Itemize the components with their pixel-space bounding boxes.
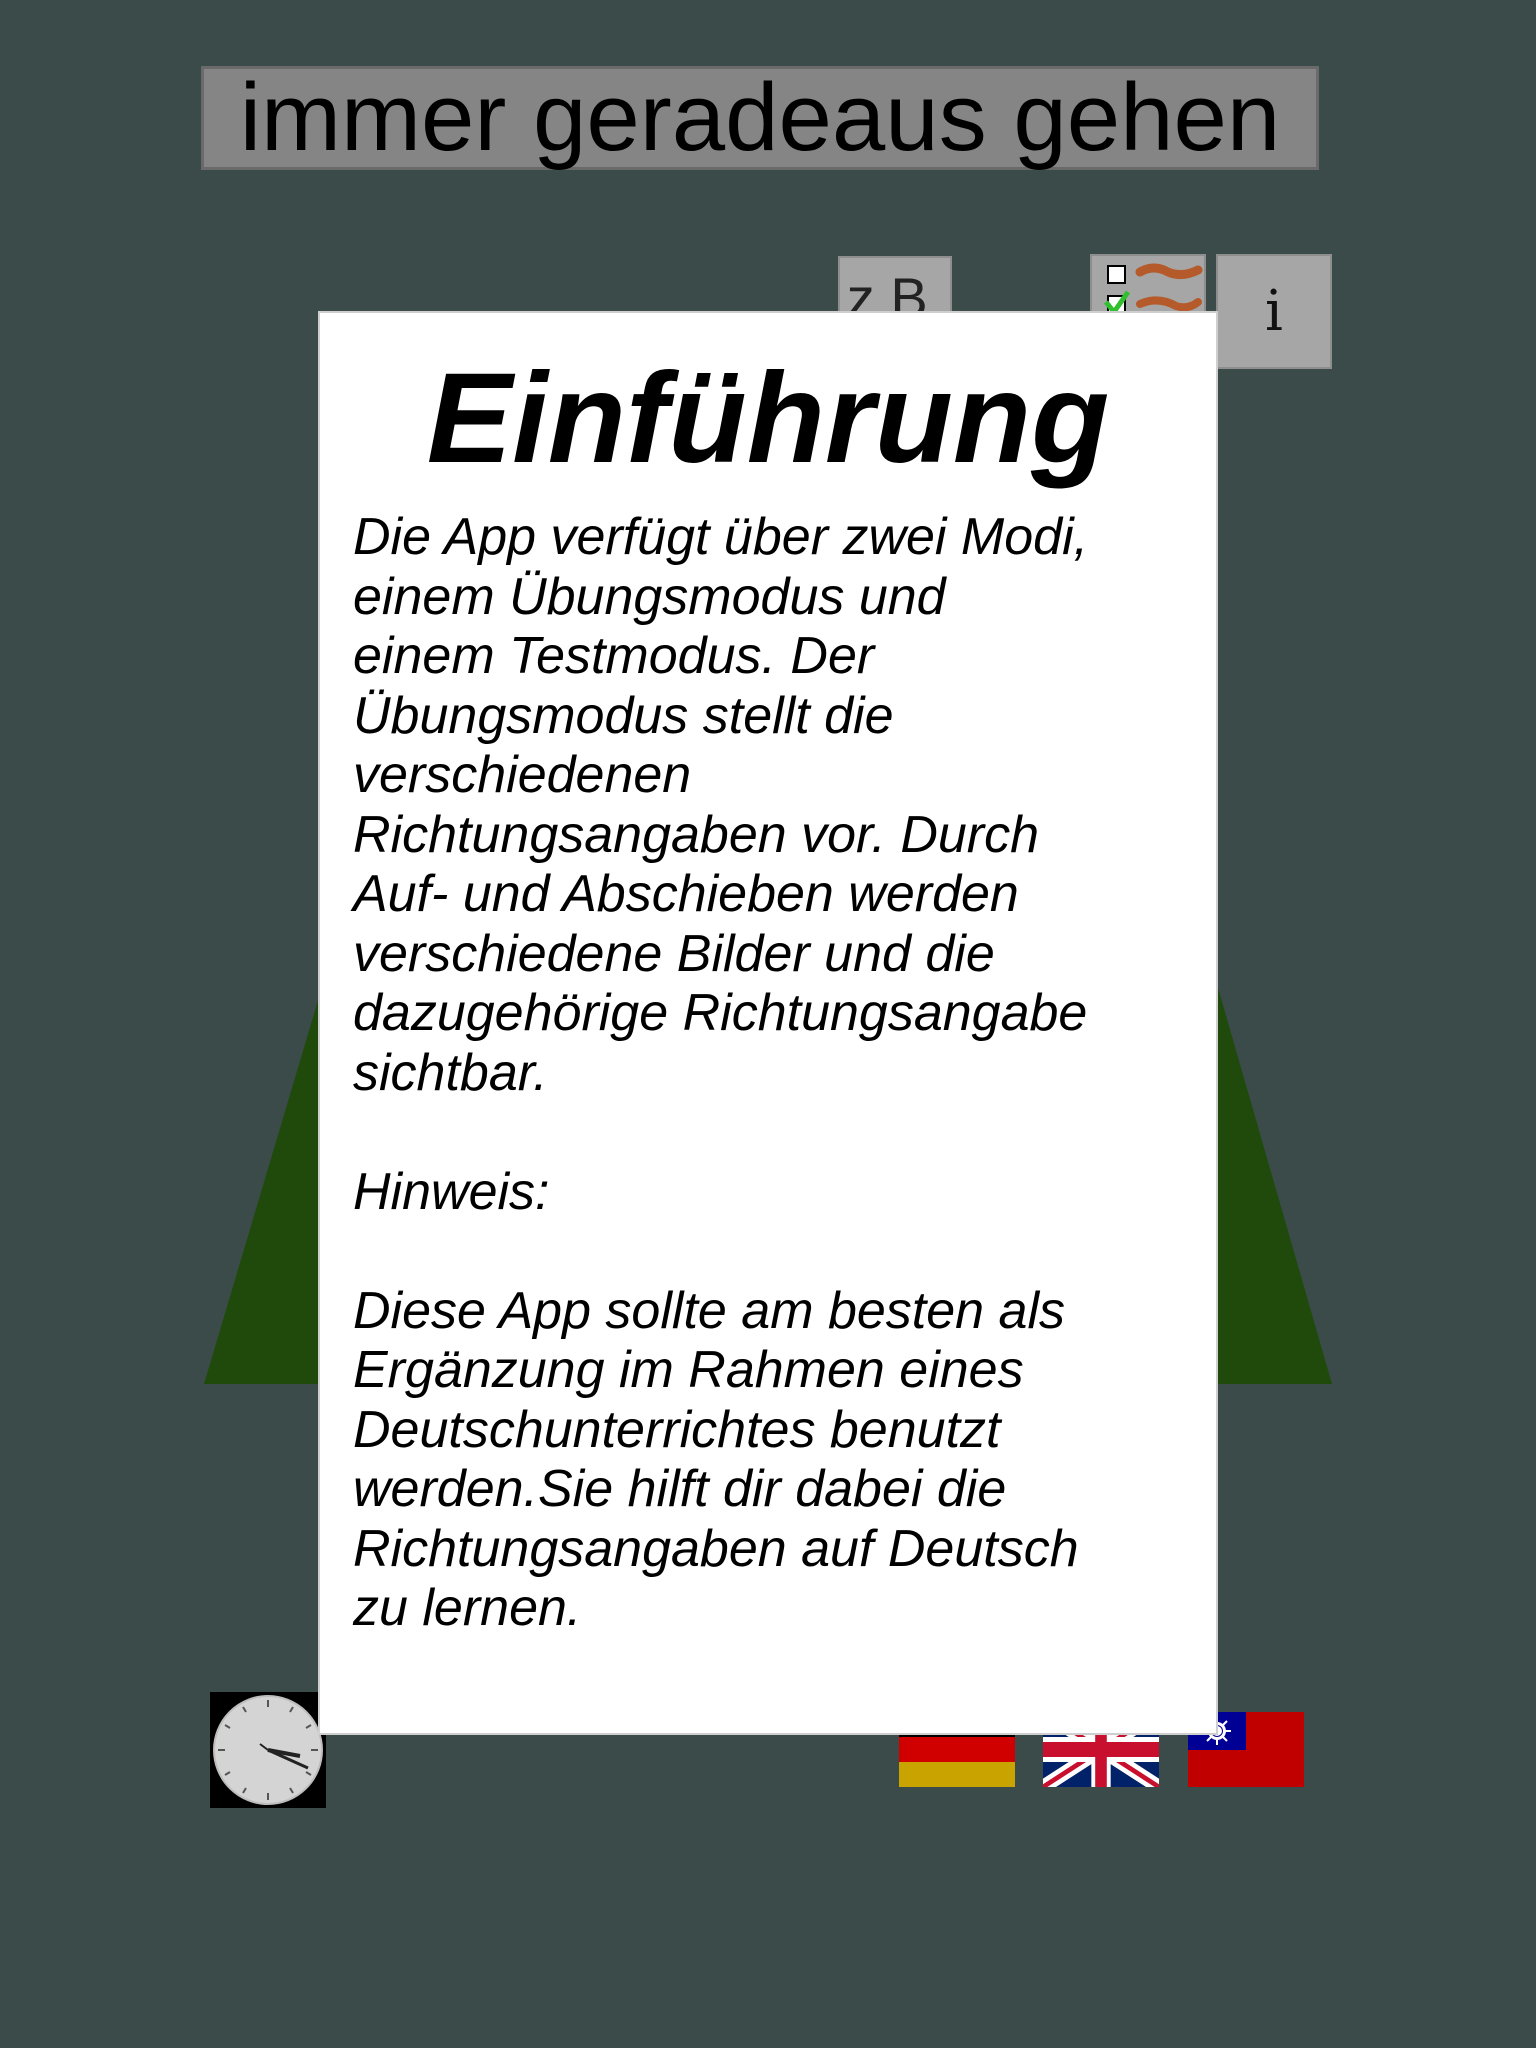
dialog-title: Einführung (426, 347, 1110, 490)
info-button-label: i (1265, 279, 1283, 344)
introduction-dialog[interactable]: Einführung Die App verfügt über zwei Mod… (318, 311, 1218, 1735)
clock-icon (213, 1695, 323, 1805)
dialog-body-text: Die App verfügt über zwei Modi, einem Üb… (353, 508, 1089, 1637)
info-button[interactable]: i (1216, 254, 1332, 369)
timer-button[interactable] (210, 1692, 326, 1808)
